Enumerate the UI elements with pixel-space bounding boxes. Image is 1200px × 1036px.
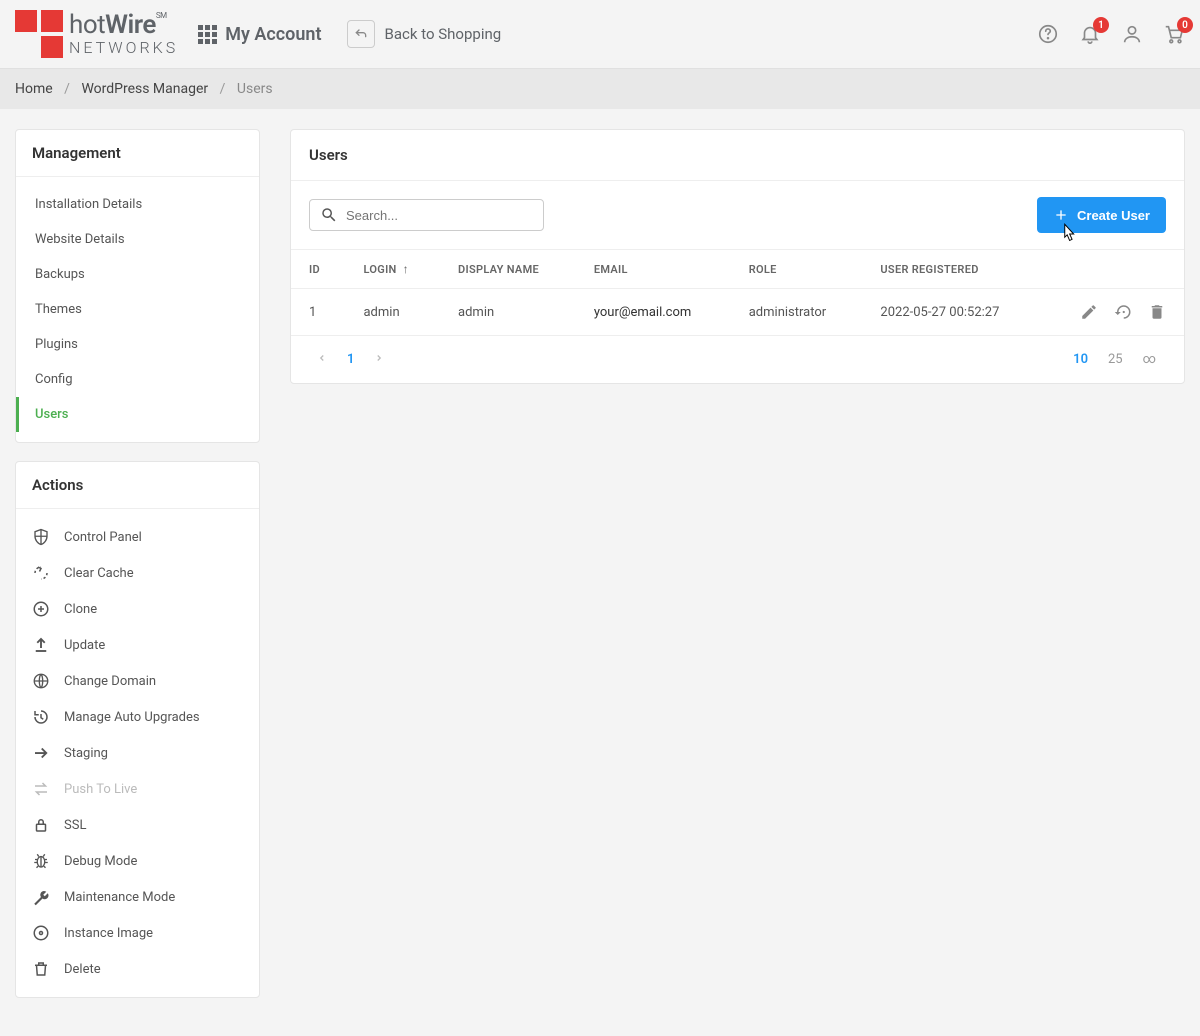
bug-icon bbox=[32, 852, 50, 870]
cell-registered: 2022-05-27 00:52:27 bbox=[862, 289, 1042, 336]
page-size-10[interactable]: 10 bbox=[1063, 348, 1098, 371]
action-maintenance-mode[interactable]: Maintenance Mode bbox=[16, 879, 259, 915]
mgmt-item-website-details[interactable]: Website Details bbox=[16, 222, 259, 257]
action-update[interactable]: Update bbox=[16, 627, 259, 663]
chevron-left-icon bbox=[317, 353, 327, 363]
restore-icon[interactable] bbox=[1114, 303, 1132, 321]
cell-display-name: admin bbox=[440, 289, 576, 336]
cell-id: 1 bbox=[291, 289, 345, 336]
mgmt-item-config[interactable]: Config bbox=[16, 362, 259, 397]
lock-icon bbox=[32, 816, 50, 834]
col-login[interactable]: LOGIN↑ bbox=[345, 250, 440, 289]
breadcrumb-wp-manager[interactable]: WordPress Manager bbox=[81, 81, 208, 97]
edit-icon[interactable] bbox=[1080, 303, 1098, 321]
actions-panel: Actions Control PanelClear CacheCloneUpd… bbox=[15, 461, 260, 998]
history-icon bbox=[32, 708, 50, 726]
action-clone[interactable]: Clone bbox=[16, 591, 259, 627]
mgmt-item-themes[interactable]: Themes bbox=[16, 292, 259, 327]
col-email[interactable]: EMAIL bbox=[576, 250, 731, 289]
table-row: 1adminadminyour@email.comadministrator20… bbox=[291, 289, 1184, 336]
cart-button[interactable]: 0 bbox=[1163, 23, 1185, 45]
action-push-to-live: Push To Live bbox=[16, 771, 259, 807]
search-icon bbox=[320, 206, 338, 224]
refresh-dashed-icon bbox=[32, 564, 50, 582]
col-display-name[interactable]: DISPLAY NAME bbox=[440, 250, 576, 289]
mgmt-item-installation-details[interactable]: Installation Details bbox=[16, 187, 259, 222]
shield-icon bbox=[32, 528, 50, 546]
cell-email: your@email.com bbox=[576, 289, 731, 336]
help-icon bbox=[1037, 23, 1059, 45]
panel-title: Users bbox=[291, 130, 1184, 181]
disc-icon bbox=[32, 924, 50, 942]
return-icon bbox=[353, 26, 369, 42]
action-delete[interactable]: Delete bbox=[16, 951, 259, 987]
upload-icon bbox=[32, 636, 50, 654]
sort-asc-icon: ↑ bbox=[403, 262, 409, 276]
search-box[interactable] bbox=[309, 199, 544, 231]
notifications-button[interactable]: 1 bbox=[1079, 23, 1101, 45]
action-staging[interactable]: Staging bbox=[16, 735, 259, 771]
action-clear-cache[interactable]: Clear Cache bbox=[16, 555, 259, 591]
col-role[interactable]: ROLE bbox=[731, 250, 863, 289]
my-account-link[interactable]: My Account bbox=[198, 24, 321, 45]
mgmt-item-plugins[interactable]: Plugins bbox=[16, 327, 259, 362]
search-input[interactable] bbox=[346, 208, 533, 223]
col-registered[interactable]: USER REGISTERED bbox=[862, 250, 1042, 289]
action-manage-auto-upgrades[interactable]: Manage Auto Upgrades bbox=[16, 699, 259, 735]
apps-icon bbox=[198, 25, 217, 44]
mgmt-item-backups[interactable]: Backups bbox=[16, 257, 259, 292]
help-button[interactable] bbox=[1037, 23, 1059, 45]
page-prev[interactable] bbox=[309, 348, 335, 371]
mgmt-item-users[interactable]: Users bbox=[16, 397, 259, 432]
notification-badge: 1 bbox=[1093, 17, 1109, 33]
users-table: ID LOGIN↑ DISPLAY NAME EMAIL ROLE USER R… bbox=[291, 249, 1184, 336]
header: hotWireSM NETWORKS My Account Back to Sh… bbox=[0, 0, 1200, 69]
plus-icon bbox=[1053, 207, 1069, 223]
management-panel: Management Installation DetailsWebsite D… bbox=[15, 129, 260, 443]
logo[interactable]: hotWireSM NETWORKS bbox=[15, 10, 178, 58]
back-button[interactable] bbox=[347, 20, 375, 48]
management-title: Management bbox=[16, 130, 259, 177]
breadcrumb-current: Users bbox=[237, 81, 273, 97]
delete-icon[interactable] bbox=[1148, 303, 1166, 321]
arrow-right-icon bbox=[32, 744, 50, 762]
action-control-panel[interactable]: Control Panel bbox=[16, 519, 259, 555]
account-button[interactable] bbox=[1121, 23, 1143, 45]
action-ssl[interactable]: SSL bbox=[16, 807, 259, 843]
page-size-∞[interactable]: ∞ bbox=[1133, 348, 1166, 371]
breadcrumb: Home / WordPress Manager / Users bbox=[0, 69, 1200, 109]
trash-icon bbox=[32, 960, 50, 978]
globe-icon bbox=[32, 672, 50, 690]
back-to-shopping-link[interactable]: Back to Shopping bbox=[385, 25, 502, 43]
create-user-label: Create User bbox=[1077, 208, 1150, 223]
person-icon bbox=[1121, 23, 1143, 45]
logo-icon bbox=[15, 10, 63, 58]
pagination: 1 1025∞ bbox=[291, 336, 1184, 383]
actions-title: Actions bbox=[16, 462, 259, 509]
swap-icon bbox=[32, 780, 50, 798]
page-size-25[interactable]: 25 bbox=[1098, 348, 1133, 371]
cell-role: administrator bbox=[731, 289, 863, 336]
my-account-label: My Account bbox=[225, 24, 321, 45]
chevron-right-icon bbox=[374, 353, 384, 363]
create-user-button[interactable]: Create User bbox=[1037, 197, 1166, 233]
cart-badge: 0 bbox=[1177, 17, 1193, 33]
action-change-domain[interactable]: Change Domain bbox=[16, 663, 259, 699]
breadcrumb-home[interactable]: Home bbox=[15, 81, 53, 97]
col-id[interactable]: ID bbox=[291, 250, 345, 289]
page-next[interactable] bbox=[366, 348, 392, 371]
wrench-icon bbox=[32, 888, 50, 906]
action-instance-image[interactable]: Instance Image bbox=[16, 915, 259, 951]
plus-circle-icon bbox=[32, 600, 50, 618]
users-panel: Users Create User bbox=[290, 129, 1185, 384]
cell-login: admin bbox=[345, 289, 440, 336]
action-debug-mode[interactable]: Debug Mode bbox=[16, 843, 259, 879]
page-current[interactable]: 1 bbox=[335, 348, 366, 371]
